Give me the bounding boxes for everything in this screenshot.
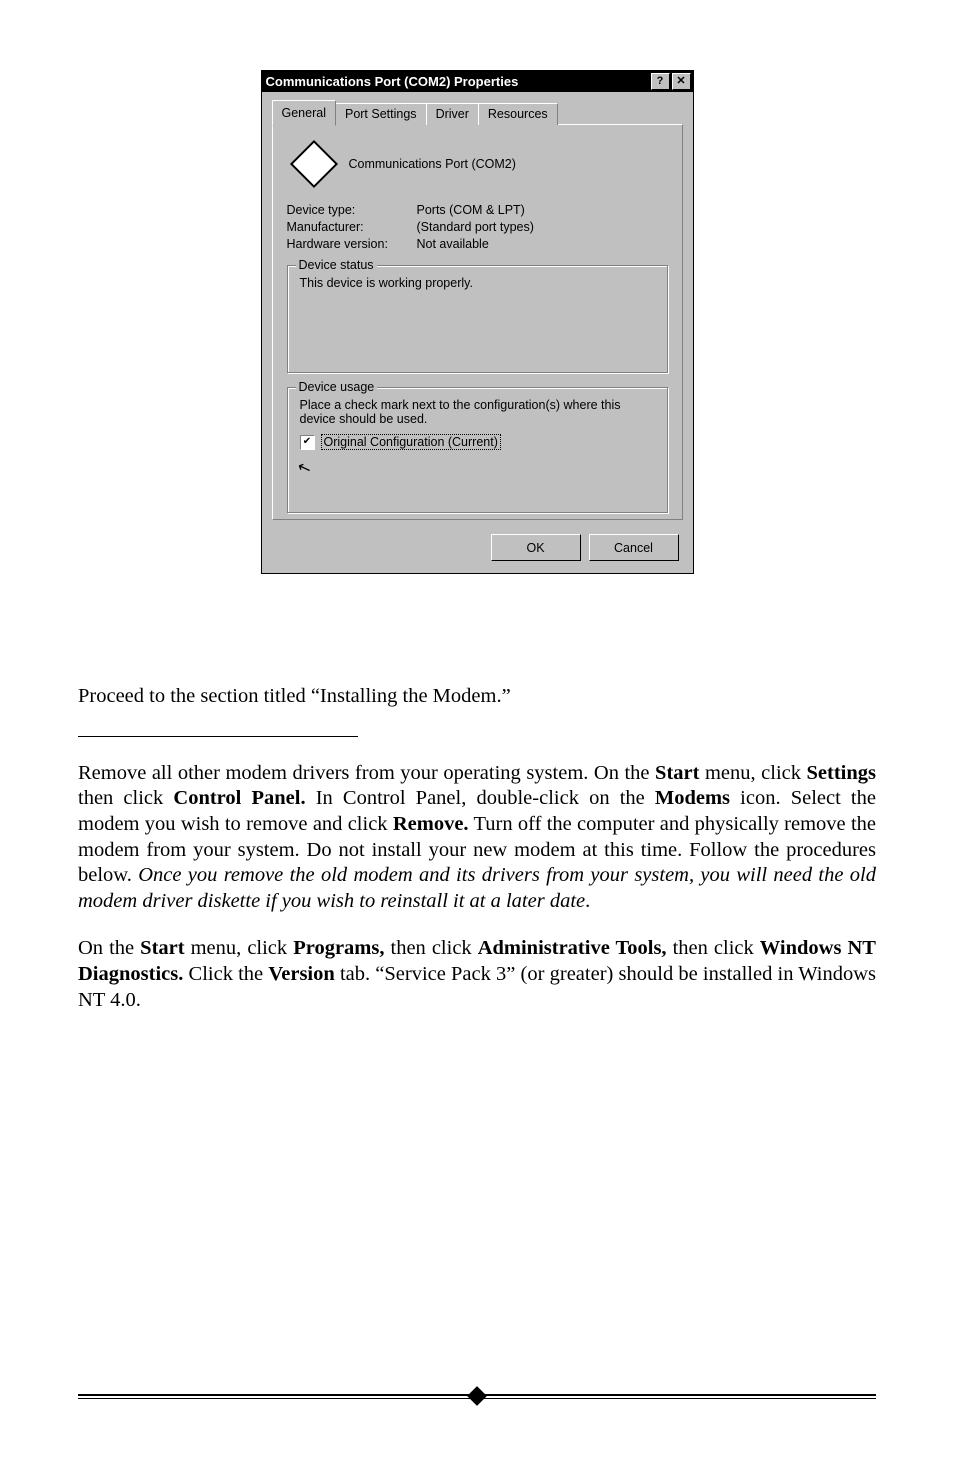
document-body: Proceed to the section titled “Installin… [78,684,876,1013]
device-name: Communications Port (COM2) [349,157,516,171]
device-status-text: This device is working properly. [300,276,655,290]
checkmark-icon: ✔ [303,437,311,447]
divider [78,736,358,737]
cancel-button[interactable]: Cancel [589,534,679,561]
manufacturer-label: Manufacturer: [287,220,417,234]
config-label[interactable]: Original Configuration (Current) [321,434,501,450]
config-checkbox[interactable]: ✔ [300,435,315,450]
device-usage-text: Place a check mark next to the configura… [300,398,655,426]
cursor-icon: ↖ [298,467,311,472]
help-button[interactable]: ? [651,73,670,90]
diamond-icon [467,1386,487,1406]
hardware-version-value: Not available [417,237,489,251]
hardware-version-label: Hardware version: [287,237,417,251]
tab-port-settings[interactable]: Port Settings [335,103,427,125]
tab-strip: General Port Settings Driver Resources [272,100,683,125]
tab-resources[interactable]: Resources [478,103,558,125]
device-status-legend: Device status [296,258,377,272]
tab-driver[interactable]: Driver [426,103,479,125]
device-status-group: Device status This device is working pro… [287,265,668,373]
tab-content-general: Communications Port (COM2) Device type: … [272,124,683,520]
properties-dialog: Communications Port (COM2) Properties ? … [261,70,694,574]
close-button[interactable]: ✕ [672,73,691,90]
device-type-label: Device type: [287,203,417,217]
paragraph-nt-diagnostics: On the Start menu, click Programs, then … [78,936,876,1013]
paragraph-proceed: Proceed to the section titled “Installin… [78,684,876,710]
manufacturer-value: (Standard port types) [417,220,534,234]
device-type-value: Ports (COM & LPT) [417,203,525,217]
window-title: Communications Port (COM2) Properties [266,74,519,89]
device-usage-group: Device usage Place a check mark next to … [287,387,668,513]
paragraph-remove-drivers: Remove all other modem drivers from your… [78,761,876,915]
port-icon [289,140,337,188]
tab-general[interactable]: General [272,100,336,126]
footer-ornament [78,1389,876,1403]
device-usage-legend: Device usage [296,380,378,394]
titlebar: Communications Port (COM2) Properties ? … [262,71,693,92]
ok-button[interactable]: OK [491,534,581,561]
